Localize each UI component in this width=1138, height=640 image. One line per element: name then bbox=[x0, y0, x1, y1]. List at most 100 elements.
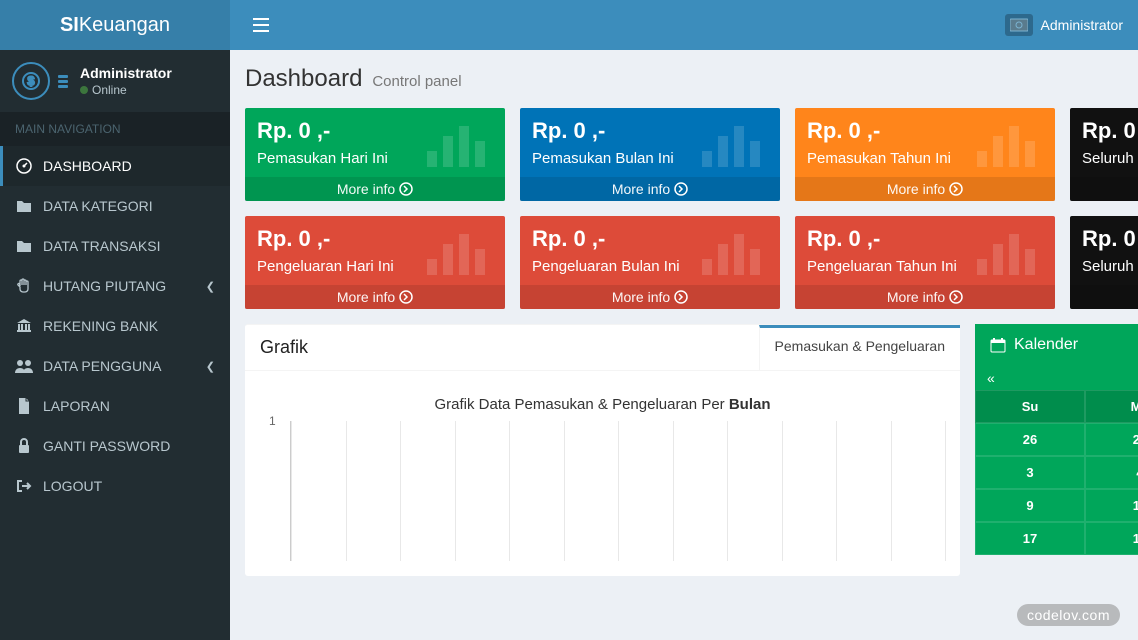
bars-icon bbox=[973, 224, 1043, 279]
more-info-link[interactable]: More info bbox=[245, 285, 505, 309]
more-info-link[interactable]: More info bbox=[1070, 285, 1138, 309]
user-panel: $ Administrator Online bbox=[0, 50, 230, 112]
sidebar-item-ganti-password[interactable]: GANTI PASSWORD bbox=[0, 426, 230, 466]
calendar-title: Kalender bbox=[1014, 336, 1078, 354]
sidebar-item-logout[interactable]: LOGOUT bbox=[0, 466, 230, 506]
sidebar-item-dashboard[interactable]: DASHBOARD bbox=[0, 146, 230, 186]
calendar-day-cell[interactable]: 17 bbox=[975, 522, 1085, 555]
sidebar-item-rekening-bank[interactable]: REKENING BANK bbox=[0, 306, 230, 346]
arrow-right-circle-icon bbox=[674, 290, 688, 304]
stat-card: Rp. 0 ,-Pemasukan Tahun IniMore info bbox=[795, 108, 1055, 201]
arrow-right-circle-icon bbox=[949, 290, 963, 304]
app-logo[interactable]: SIKeuangan bbox=[0, 0, 230, 50]
watermark: codelov.com bbox=[1017, 604, 1120, 626]
nav-header: MAIN NAVIGATION bbox=[0, 112, 230, 146]
chart-canvas: 1 bbox=[290, 421, 945, 561]
more-info-link[interactable]: More info bbox=[1070, 177, 1138, 201]
navbar-user-label: Administrator bbox=[1041, 17, 1123, 33]
bars-icon bbox=[423, 224, 493, 279]
chart-panel: Grafik Pemasukan & Pengeluaran Grafik Da… bbox=[245, 324, 960, 576]
calendar-day-cell[interactable]: 3 bbox=[975, 456, 1085, 489]
page-subtitle: Control panel bbox=[372, 73, 461, 90]
svg-text:$: $ bbox=[28, 74, 35, 88]
stack-lines-icon bbox=[58, 75, 68, 88]
more-info-link[interactable]: More info bbox=[795, 177, 1055, 201]
more-info-link[interactable]: More info bbox=[520, 177, 780, 201]
sidebar-item-label: DATA TRANSAKSI bbox=[43, 238, 160, 254]
file-icon bbox=[15, 398, 33, 414]
sidebar-item-label: REKENING BANK bbox=[43, 318, 158, 334]
page-title: Dashboard bbox=[245, 65, 362, 93]
stat-card: Rp. 0 ,-Pengeluaran Tahun IniMore info bbox=[795, 216, 1055, 309]
calendar-prev-button[interactable]: « bbox=[987, 370, 995, 386]
sidebar-item-label: GANTI PASSWORD bbox=[43, 438, 170, 454]
chart-tab[interactable]: Pemasukan & Pengeluaran bbox=[759, 325, 960, 370]
user-name: Administrator bbox=[80, 65, 172, 81]
stat-card: Rp. 0 ,-Pemasukan Bulan IniMore info bbox=[520, 108, 780, 201]
more-info-link[interactable]: More info bbox=[795, 285, 1055, 309]
calendar-icon bbox=[990, 337, 1006, 353]
more-info-link[interactable]: More info bbox=[520, 285, 780, 309]
arrow-right-circle-icon bbox=[674, 182, 688, 196]
calendar-day-header: Su bbox=[975, 390, 1085, 423]
calendar-day-cell[interactable]: 26 bbox=[975, 423, 1085, 456]
user-status: Online bbox=[80, 83, 172, 97]
sidebar-item-data-kategori[interactable]: DATA KATEGORI bbox=[0, 186, 230, 226]
stat-label: Seluruh bbox=[1082, 150, 1138, 167]
bars-icon bbox=[698, 224, 768, 279]
bars-icon bbox=[698, 116, 768, 171]
folder-icon bbox=[15, 199, 33, 213]
sidebar-item-hutang-piutang[interactable]: HUTANG PIUTANG ❮ bbox=[0, 266, 230, 306]
sidebar-item-data-transaksi[interactable]: DATA TRANSAKSI bbox=[0, 226, 230, 266]
calendar-panel: Kalender « O SuMoTu26272734491011171818 bbox=[975, 324, 1138, 576]
sidebar-item-label: DATA KATEGORI bbox=[43, 198, 153, 214]
sidebar-item-laporan[interactable]: LAPORAN bbox=[0, 386, 230, 426]
calendar-day-header: Mo bbox=[1085, 390, 1138, 423]
sidebar-item-label: DASHBOARD bbox=[43, 158, 132, 174]
menu-icon bbox=[253, 18, 269, 32]
more-info-link[interactable]: More info bbox=[245, 177, 505, 201]
users-icon bbox=[15, 359, 33, 373]
bars-icon bbox=[423, 116, 493, 171]
chevron-left-icon: ❮ bbox=[206, 360, 215, 373]
stat-value: Rp. 0 ,- bbox=[1082, 118, 1138, 144]
status-dot-icon bbox=[80, 86, 88, 94]
chart-panel-title: Grafik bbox=[245, 325, 323, 370]
lock-icon bbox=[15, 438, 33, 454]
dashboard-icon bbox=[15, 158, 33, 174]
hand-icon bbox=[15, 278, 33, 294]
bank-icon bbox=[15, 318, 33, 334]
stat-card: Rp. 0 ,- Seluruh More info bbox=[1070, 108, 1138, 201]
calendar-day-cell[interactable]: 18 bbox=[1085, 522, 1138, 555]
arrow-right-circle-icon bbox=[399, 290, 413, 304]
stat-card: Rp. 0 ,-Pemasukan Hari IniMore info bbox=[245, 108, 505, 201]
stat-card: Rp. 0 ,-Pengeluaran Hari IniMore info bbox=[245, 216, 505, 309]
chart-ytick: 1 bbox=[269, 414, 276, 428]
calendar-day-cell[interactable]: 27 bbox=[1085, 423, 1138, 456]
sidebar: $ Administrator Online MAIN NAVIGATION D… bbox=[0, 50, 230, 640]
calendar-day-cell[interactable]: 9 bbox=[975, 489, 1085, 522]
user-avatar-icon: $ bbox=[12, 62, 50, 100]
sidebar-item-label: DATA PENGGUNA bbox=[43, 358, 162, 374]
chart-title: Grafik Data Pemasukan & Pengeluaran Per … bbox=[260, 396, 945, 413]
sidebar-item-label: LAPORAN bbox=[43, 398, 110, 414]
logout-icon bbox=[15, 479, 33, 493]
sidebar-toggle-button[interactable] bbox=[245, 10, 277, 40]
bars-icon bbox=[973, 116, 1043, 171]
calendar-day-cell[interactable]: 4 bbox=[1085, 456, 1138, 489]
calendar-day-cell[interactable]: 10 bbox=[1085, 489, 1138, 522]
sidebar-item-label: HUTANG PIUTANG bbox=[43, 278, 166, 294]
stat-label: Seluruh bbox=[1082, 258, 1138, 275]
stat-value: Rp. 0 ,- bbox=[1082, 226, 1138, 252]
stat-card: Rp. 0 ,- Seluruh More info bbox=[1070, 216, 1138, 309]
sidebar-item-data-pengguna[interactable]: DATA PENGGUNA ❮ bbox=[0, 346, 230, 386]
arrow-right-circle-icon bbox=[949, 182, 963, 196]
sidebar-item-label: LOGOUT bbox=[43, 478, 102, 494]
arrow-right-circle-icon bbox=[399, 182, 413, 196]
chevron-left-icon: ❮ bbox=[206, 280, 215, 293]
stat-card: Rp. 0 ,-Pengeluaran Bulan IniMore info bbox=[520, 216, 780, 309]
navbar-user[interactable]: Administrator bbox=[1005, 14, 1123, 36]
money-icon bbox=[1005, 14, 1033, 36]
folder-icon bbox=[15, 239, 33, 253]
content-header: Dashboard Control panel bbox=[245, 65, 1138, 93]
